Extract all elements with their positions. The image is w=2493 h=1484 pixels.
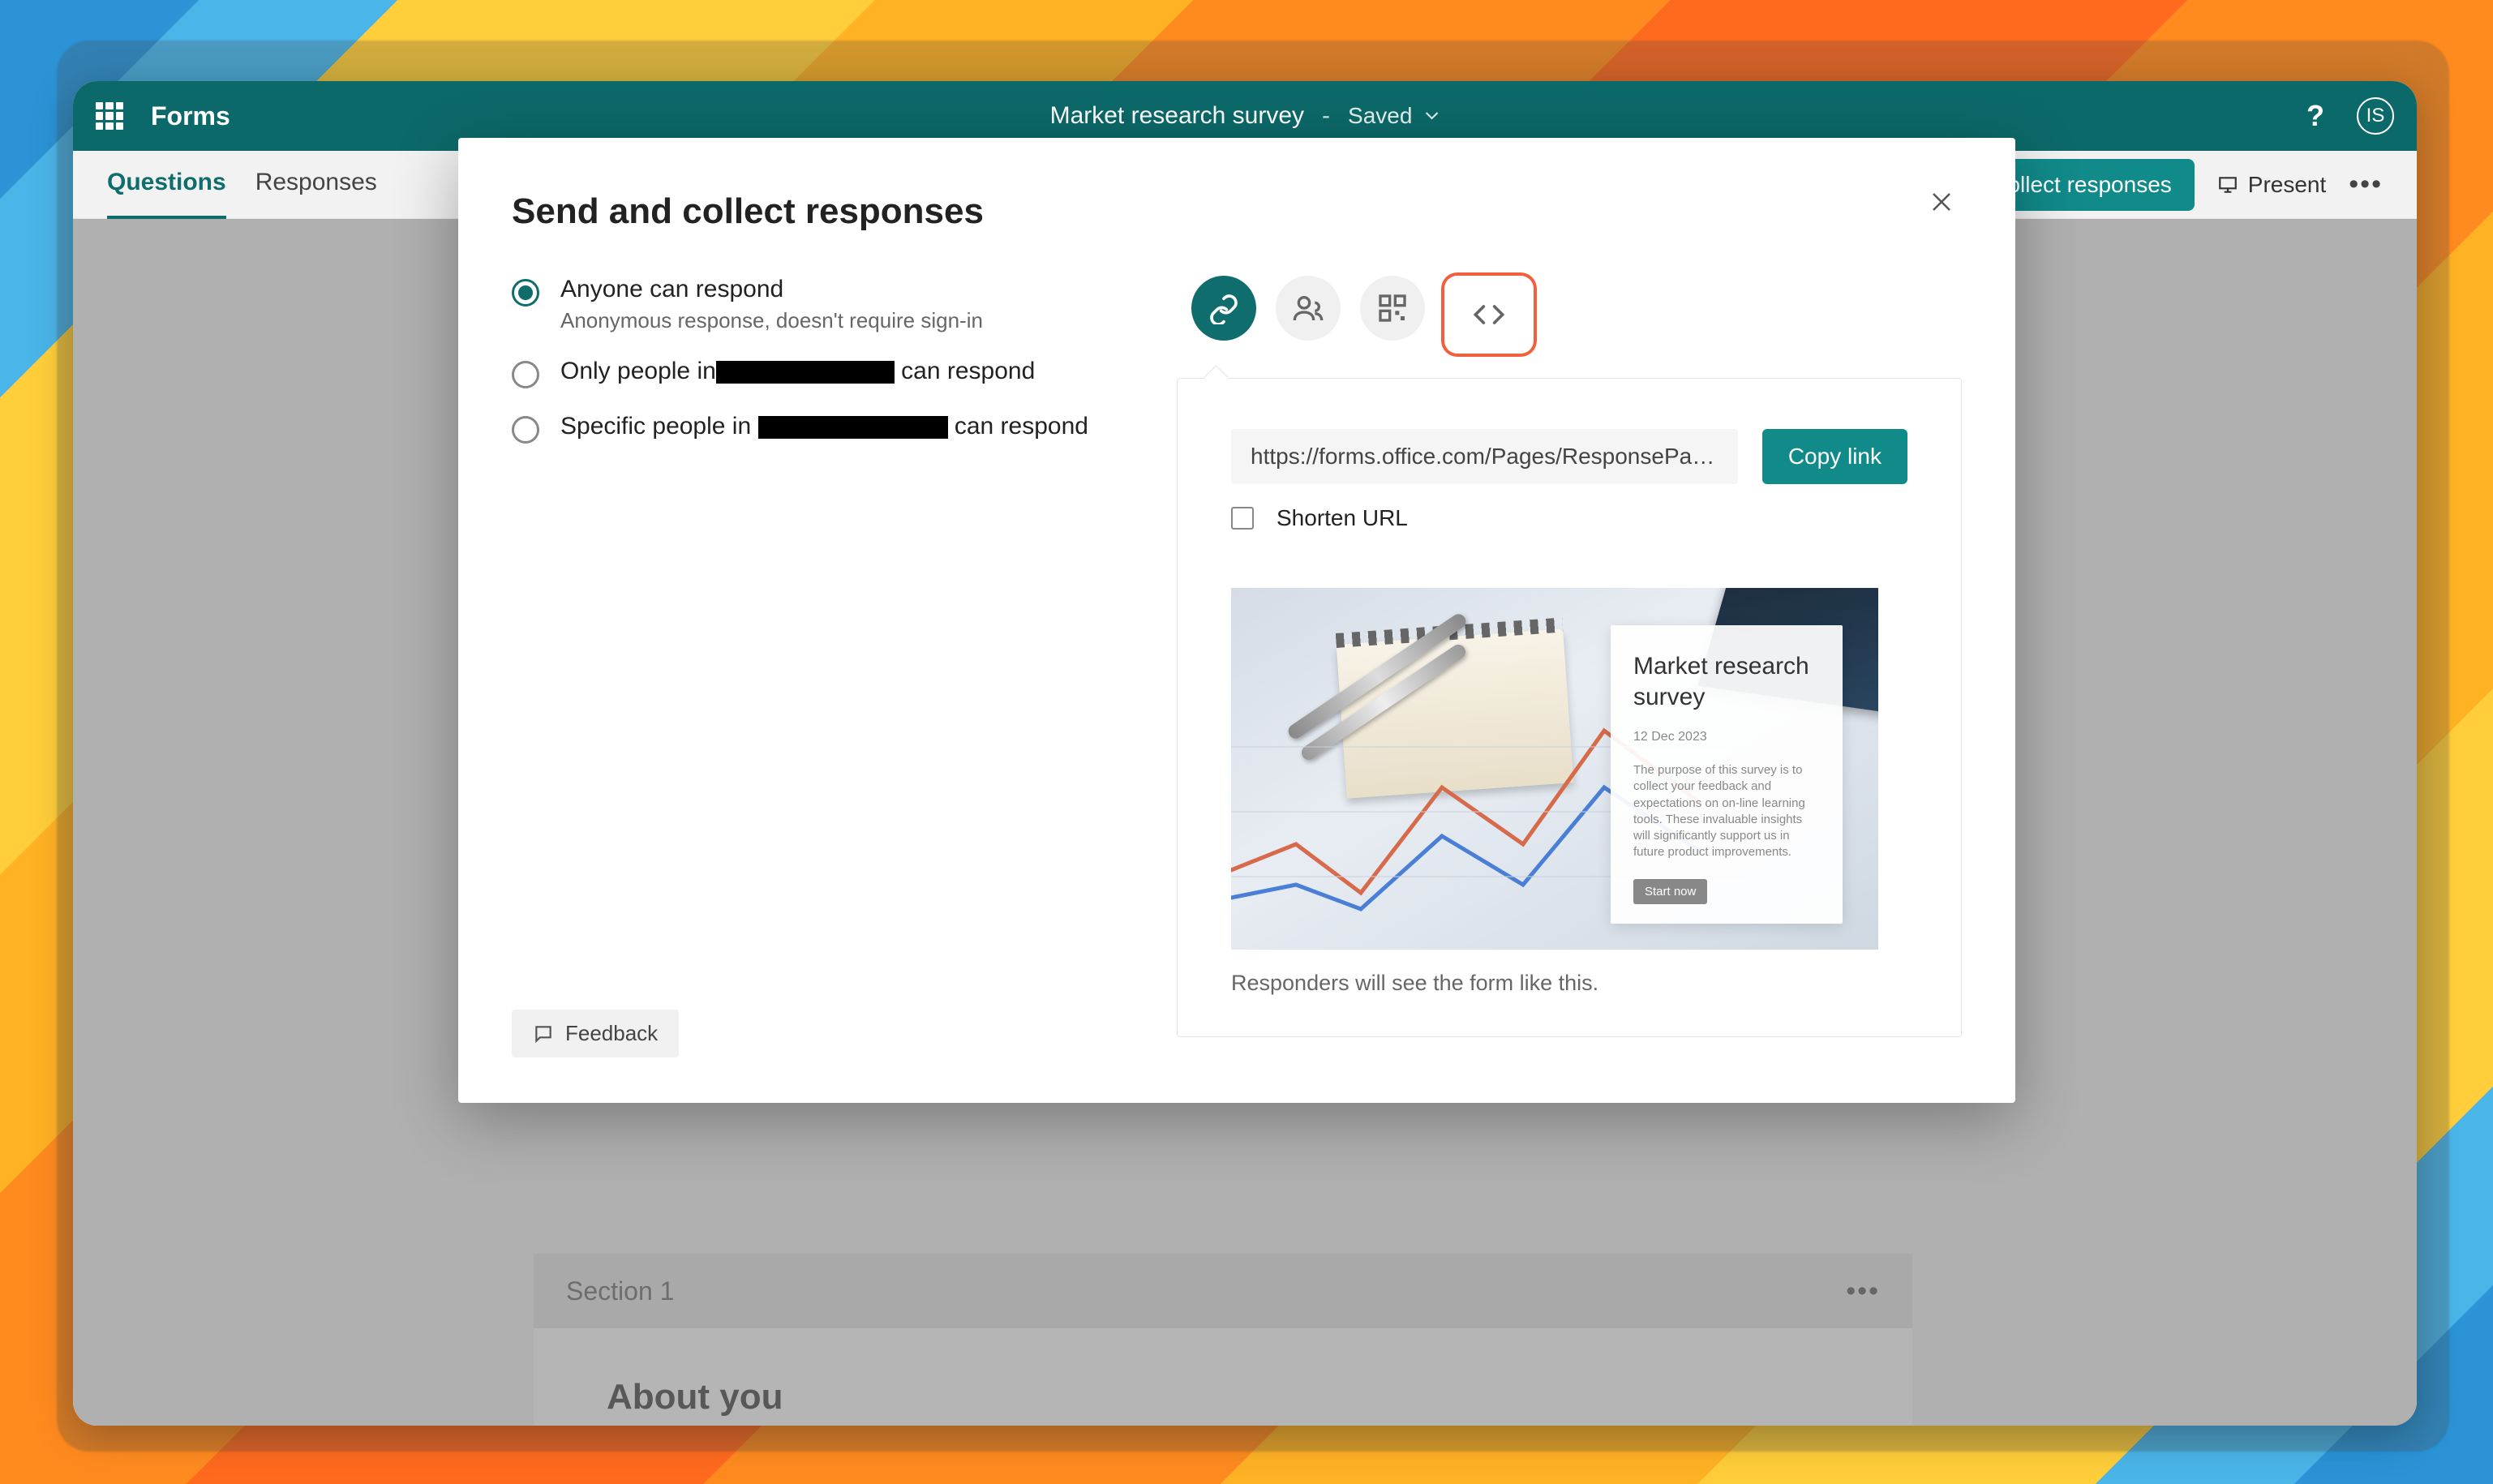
comment-icon xyxy=(533,1023,554,1044)
save-status[interactable]: Saved xyxy=(1348,103,1440,129)
editor-tabs: Questions Responses xyxy=(107,149,377,220)
header-right: ? IS xyxy=(2306,97,2394,135)
share-panel: https://forms.office.com/Pages/ResponseP… xyxy=(1177,276,1962,1037)
option-anyone[interactable]: Anyone can respond Anonymous response, d… xyxy=(512,276,1128,333)
option-org[interactable]: Only people in can respond xyxy=(512,358,1128,388)
modal-title: Send and collect responses xyxy=(512,191,1962,232)
shorten-row: Shorten URL xyxy=(1231,505,1907,531)
shorten-url-checkbox[interactable] xyxy=(1231,507,1254,530)
preview-start-button: Start now xyxy=(1633,879,1707,904)
qr-icon xyxy=(1376,292,1409,324)
preview-date: 12 Dec 2023 xyxy=(1633,730,1820,744)
share-method-tabs xyxy=(1191,276,1962,354)
chevron-down-icon xyxy=(1423,108,1440,124)
option-org-label: Only people in can respond xyxy=(560,358,1035,385)
preview-caption: Responders will see the form like this. xyxy=(1231,971,1907,996)
radio-unselected-icon xyxy=(512,361,539,388)
option-specific[interactable]: Specific people in can respond xyxy=(512,413,1128,444)
share-tab-invite[interactable] xyxy=(1276,276,1341,341)
monitor-icon xyxy=(2217,174,2238,195)
help-icon[interactable]: ? xyxy=(2306,99,2324,133)
tab-questions[interactable]: Questions xyxy=(107,149,226,220)
title-separator: - xyxy=(1322,102,1330,130)
app-name[interactable]: Forms xyxy=(151,101,230,131)
preview-card: Market research survey 12 Dec 2023 The p… xyxy=(1611,625,1843,924)
share-tab-link[interactable] xyxy=(1191,276,1256,341)
code-icon xyxy=(1473,298,1505,331)
option-specific-label: Specific people in can respond xyxy=(560,413,1088,440)
avatar[interactable]: IS xyxy=(2357,97,2394,135)
share-link-field[interactable]: https://forms.office.com/Pages/ResponseP… xyxy=(1231,429,1738,484)
preview-description: The purpose of this survey is to collect… xyxy=(1633,762,1820,861)
more-menu-icon[interactable]: ••• xyxy=(2349,169,2383,200)
close-button[interactable] xyxy=(1924,187,1959,223)
redacted-org-name xyxy=(716,361,895,384)
tab-responses[interactable]: Responses xyxy=(255,149,377,220)
link-panel: https://forms.office.com/Pages/ResponseP… xyxy=(1177,378,1962,1037)
close-icon xyxy=(1929,190,1954,214)
option-anyone-sub: Anonymous response, doesn't require sign… xyxy=(560,308,983,333)
form-preview-thumbnail: Market research survey 12 Dec 2023 The p… xyxy=(1231,588,1878,950)
doc-title[interactable]: Market research survey xyxy=(1050,102,1304,130)
app-launcher-icon[interactable] xyxy=(96,102,123,130)
header-center: Market research survey - Saved xyxy=(1050,102,1440,130)
link-icon xyxy=(1208,292,1240,324)
preview-title: Market research survey xyxy=(1633,651,1820,712)
app-window: Forms Market research survey - Saved ? I… xyxy=(73,81,2417,1426)
shorten-url-label: Shorten URL xyxy=(1277,505,1408,531)
present-button[interactable]: Present xyxy=(2217,172,2327,198)
send-collect-modal: Send and collect responses Anyone can re… xyxy=(458,138,2015,1103)
radio-unselected-icon xyxy=(512,416,539,444)
link-row: https://forms.office.com/Pages/ResponseP… xyxy=(1231,429,1907,484)
copy-link-button[interactable]: Copy link xyxy=(1762,429,1907,484)
share-tab-embed-highlighted[interactable] xyxy=(1444,276,1534,354)
option-anyone-label: Anyone can respond xyxy=(560,276,983,303)
radio-selected-icon xyxy=(512,279,539,307)
modal-body: Anyone can respond Anonymous response, d… xyxy=(512,276,1962,1037)
audience-options: Anyone can respond Anonymous response, d… xyxy=(512,276,1128,1037)
share-tab-qr[interactable] xyxy=(1360,276,1425,341)
feedback-button[interactable]: Feedback xyxy=(512,1010,679,1057)
redacted-org-name xyxy=(758,416,948,439)
people-icon xyxy=(1292,292,1324,324)
